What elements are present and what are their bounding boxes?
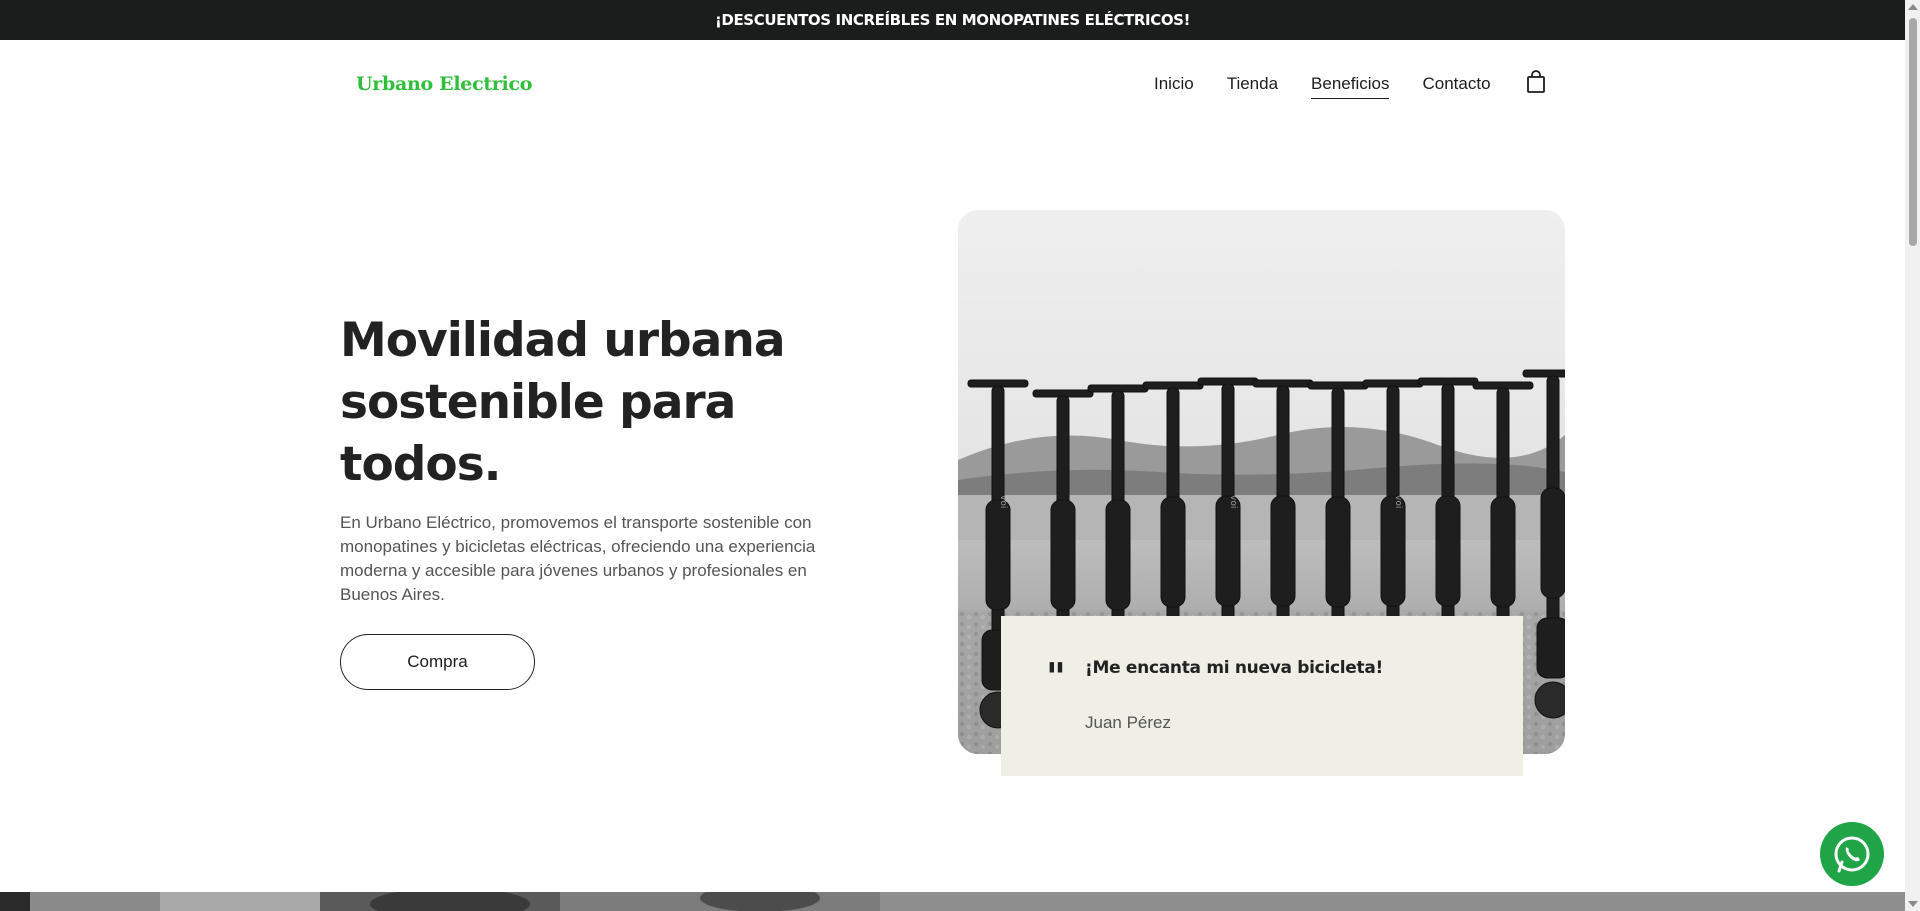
hero-title-line2: sostenible para todos. bbox=[340, 375, 736, 492]
shopping-bag-icon bbox=[1527, 70, 1545, 93]
testimonial-quote: ¡Me encanta mi nueva bicicleta! bbox=[1085, 658, 1383, 678]
page-scrollbar[interactable] bbox=[1905, 0, 1920, 911]
testimonial-author: Juan Pérez bbox=[1085, 713, 1171, 732]
hero-title: Movilidad urbana sostenible para todos. bbox=[340, 310, 880, 496]
cart-button[interactable] bbox=[1526, 70, 1546, 94]
scroll-down-icon[interactable] bbox=[1908, 901, 1918, 907]
scrollbar-thumb[interactable] bbox=[1909, 18, 1917, 246]
main-nav: Inicio Tienda Beneficios Contacto bbox=[1154, 74, 1524, 99]
nav-item-tienda[interactable]: Tienda bbox=[1227, 74, 1278, 99]
announcement-bar: ¡DESCUENTOS INCREÍBLES EN MONOPATINES EL… bbox=[0, 0, 1905, 40]
nav-item-inicio[interactable]: Inicio bbox=[1154, 74, 1194, 99]
site-header: Urbano Electrico Inicio Tienda Beneficio… bbox=[0, 40, 1905, 130]
announcement-text: ¡DESCUENTOS INCREÍBLES EN MONOPATINES EL… bbox=[714, 11, 1191, 29]
quote-icon: " bbox=[1046, 654, 1066, 699]
brand-logo[interactable]: Urbano Electrico bbox=[356, 73, 532, 95]
svg-text:voi: voi bbox=[998, 495, 1008, 508]
next-section-image bbox=[0, 892, 1905, 911]
scroll-up-icon[interactable] bbox=[1908, 4, 1918, 10]
whatsapp-icon bbox=[1834, 836, 1870, 873]
compra-button[interactable]: Compra bbox=[340, 634, 535, 690]
nav-item-contacto[interactable]: Contacto bbox=[1422, 74, 1490, 99]
svg-text:voi: voi bbox=[1393, 495, 1403, 508]
nav-item-beneficios[interactable]: Beneficios bbox=[1311, 74, 1390, 99]
whatsapp-button[interactable] bbox=[1820, 822, 1884, 886]
testimonial-card: " ¡Me encanta mi nueva bicicleta! Juan P… bbox=[1001, 616, 1523, 776]
svg-text:voi: voi bbox=[1228, 495, 1238, 508]
hero-description: En Urbano Eléctrico, promovemos el trans… bbox=[340, 513, 816, 604]
hero-title-line1: Movilidad urbana bbox=[340, 313, 786, 368]
